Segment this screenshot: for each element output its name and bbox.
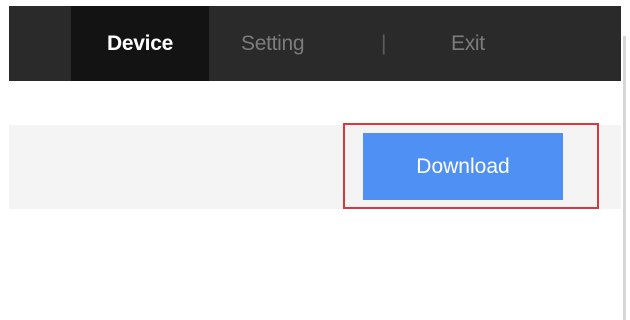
nav-tab-device[interactable]: Device (71, 6, 209, 81)
nav-exit-link[interactable]: Exit (451, 6, 485, 81)
scrollbar[interactable] (623, 36, 626, 320)
nav-separator: | (381, 32, 387, 55)
top-nav-bar: Device Setting | Exit (9, 6, 621, 81)
nav-tab-setting[interactable]: Setting (241, 6, 305, 81)
app-page: Device Setting | Exit Download (0, 0, 630, 320)
download-button[interactable]: Download (363, 133, 563, 200)
